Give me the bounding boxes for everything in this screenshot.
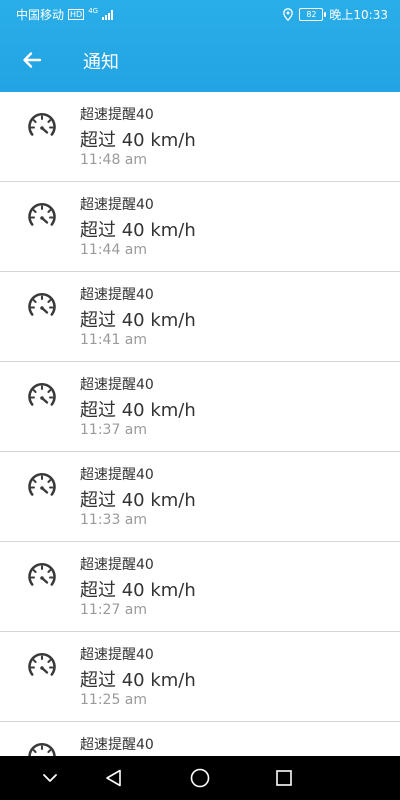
speedometer-icon (26, 560, 58, 592)
speedometer-icon (26, 650, 58, 682)
status-left: 中国移动 HD 4G (16, 6, 114, 23)
circle-home-icon (190, 768, 210, 788)
notification-title: 超速提醒40 (80, 557, 154, 573)
chevron-down-icon (43, 774, 57, 782)
square-recents-icon (276, 770, 292, 786)
notification-time: 11:27 am (80, 602, 148, 618)
notification-description: 超过 40 km/h (80, 310, 196, 331)
notification-title: 超速提醒40 (80, 287, 154, 303)
signal-icon (102, 9, 114, 20)
notification-time: 11:41 am (80, 332, 148, 348)
notification-item[interactable]: 超速提醒40 超过 40 km/h 11:27 am (0, 542, 400, 632)
notification-time: 11:25 am (80, 692, 148, 708)
notification-item[interactable]: 超速提醒40 超过 40 km/h 11:44 am (0, 182, 400, 272)
notification-item[interactable]: 超速提醒40 超过 40 km/h 11:48 am (0, 92, 400, 182)
notification-item[interactable]: 超速提醒40 超过 40 km/h 11:25 am (0, 632, 400, 722)
network-type-label: 4G (88, 6, 99, 15)
notification-item[interactable]: 超速提醒40 超过 40 km/h 11:33 am (0, 452, 400, 542)
page-title: 通知 (83, 52, 119, 73)
speedometer-icon (26, 470, 58, 502)
battery-level: 82 (306, 10, 317, 19)
location-icon (283, 8, 294, 21)
notification-description: 超过 40 km/h (80, 490, 196, 511)
notification-item[interactable]: 超速提醒40 (0, 722, 400, 756)
notification-list[interactable]: 超速提醒40 超过 40 km/h 11:48 am 超速提醒40 超过 40 km/h… (0, 92, 400, 756)
notification-title: 超速提醒40 (80, 647, 154, 663)
header: 中国移动 HD 4G 82 晚上10:33 通知 (0, 0, 400, 92)
notification-time: 11:48 am (80, 152, 148, 168)
back-button[interactable] (14, 42, 50, 78)
notification-item[interactable]: 超速提醒40 超过 40 km/h 11:41 am (0, 272, 400, 362)
notification-description: 超过 40 km/h (80, 400, 196, 421)
arrow-left-icon (23, 52, 42, 68)
speedometer-icon (26, 740, 58, 756)
notification-title: 超速提醒40 (80, 377, 154, 393)
nav-back-button[interactable] (102, 766, 126, 790)
notifications-screen: 中国移动 HD 4G 82 晚上10:33 通知 超速提醒40 超过 40 km… (0, 0, 400, 800)
notification-title: 超速提醒40 (80, 197, 154, 213)
notification-title: 超速提醒40 (80, 467, 154, 483)
triangle-back-icon (106, 769, 121, 787)
navigation-bar (0, 756, 400, 800)
status-bar: 中国移动 HD 4G 82 晚上10:33 (0, 0, 400, 28)
speedometer-icon (26, 200, 58, 232)
hd-badge: HD (68, 9, 85, 20)
nav-home-button[interactable] (188, 766, 212, 790)
notification-title: 超速提醒40 (80, 737, 154, 753)
notification-time: 11:44 am (80, 242, 148, 258)
nav-recents-button[interactable] (272, 766, 296, 790)
notification-description: 超过 40 km/h (80, 130, 196, 151)
notification-time: 11:37 am (80, 422, 148, 438)
battery-icon: 82 (299, 8, 327, 21)
speedometer-icon (26, 290, 58, 322)
speedometer-icon (26, 380, 58, 412)
notification-time: 11:33 am (80, 512, 148, 528)
notification-title: 超速提醒40 (80, 107, 154, 123)
notification-item[interactable]: 超速提醒40 超过 40 km/h 11:37 am (0, 362, 400, 452)
notification-description: 超过 40 km/h (80, 580, 196, 601)
clock: 晚上10:33 (329, 8, 388, 22)
nav-collapse-button[interactable] (38, 766, 62, 790)
speedometer-icon (26, 110, 58, 142)
status-right: 82 晚上10:33 (283, 6, 388, 23)
notification-description: 超过 40 km/h (80, 670, 196, 691)
notification-description: 超过 40 km/h (80, 220, 196, 241)
app-bar: 通知 (0, 28, 400, 92)
carrier-label: 中国移动 (16, 8, 65, 22)
